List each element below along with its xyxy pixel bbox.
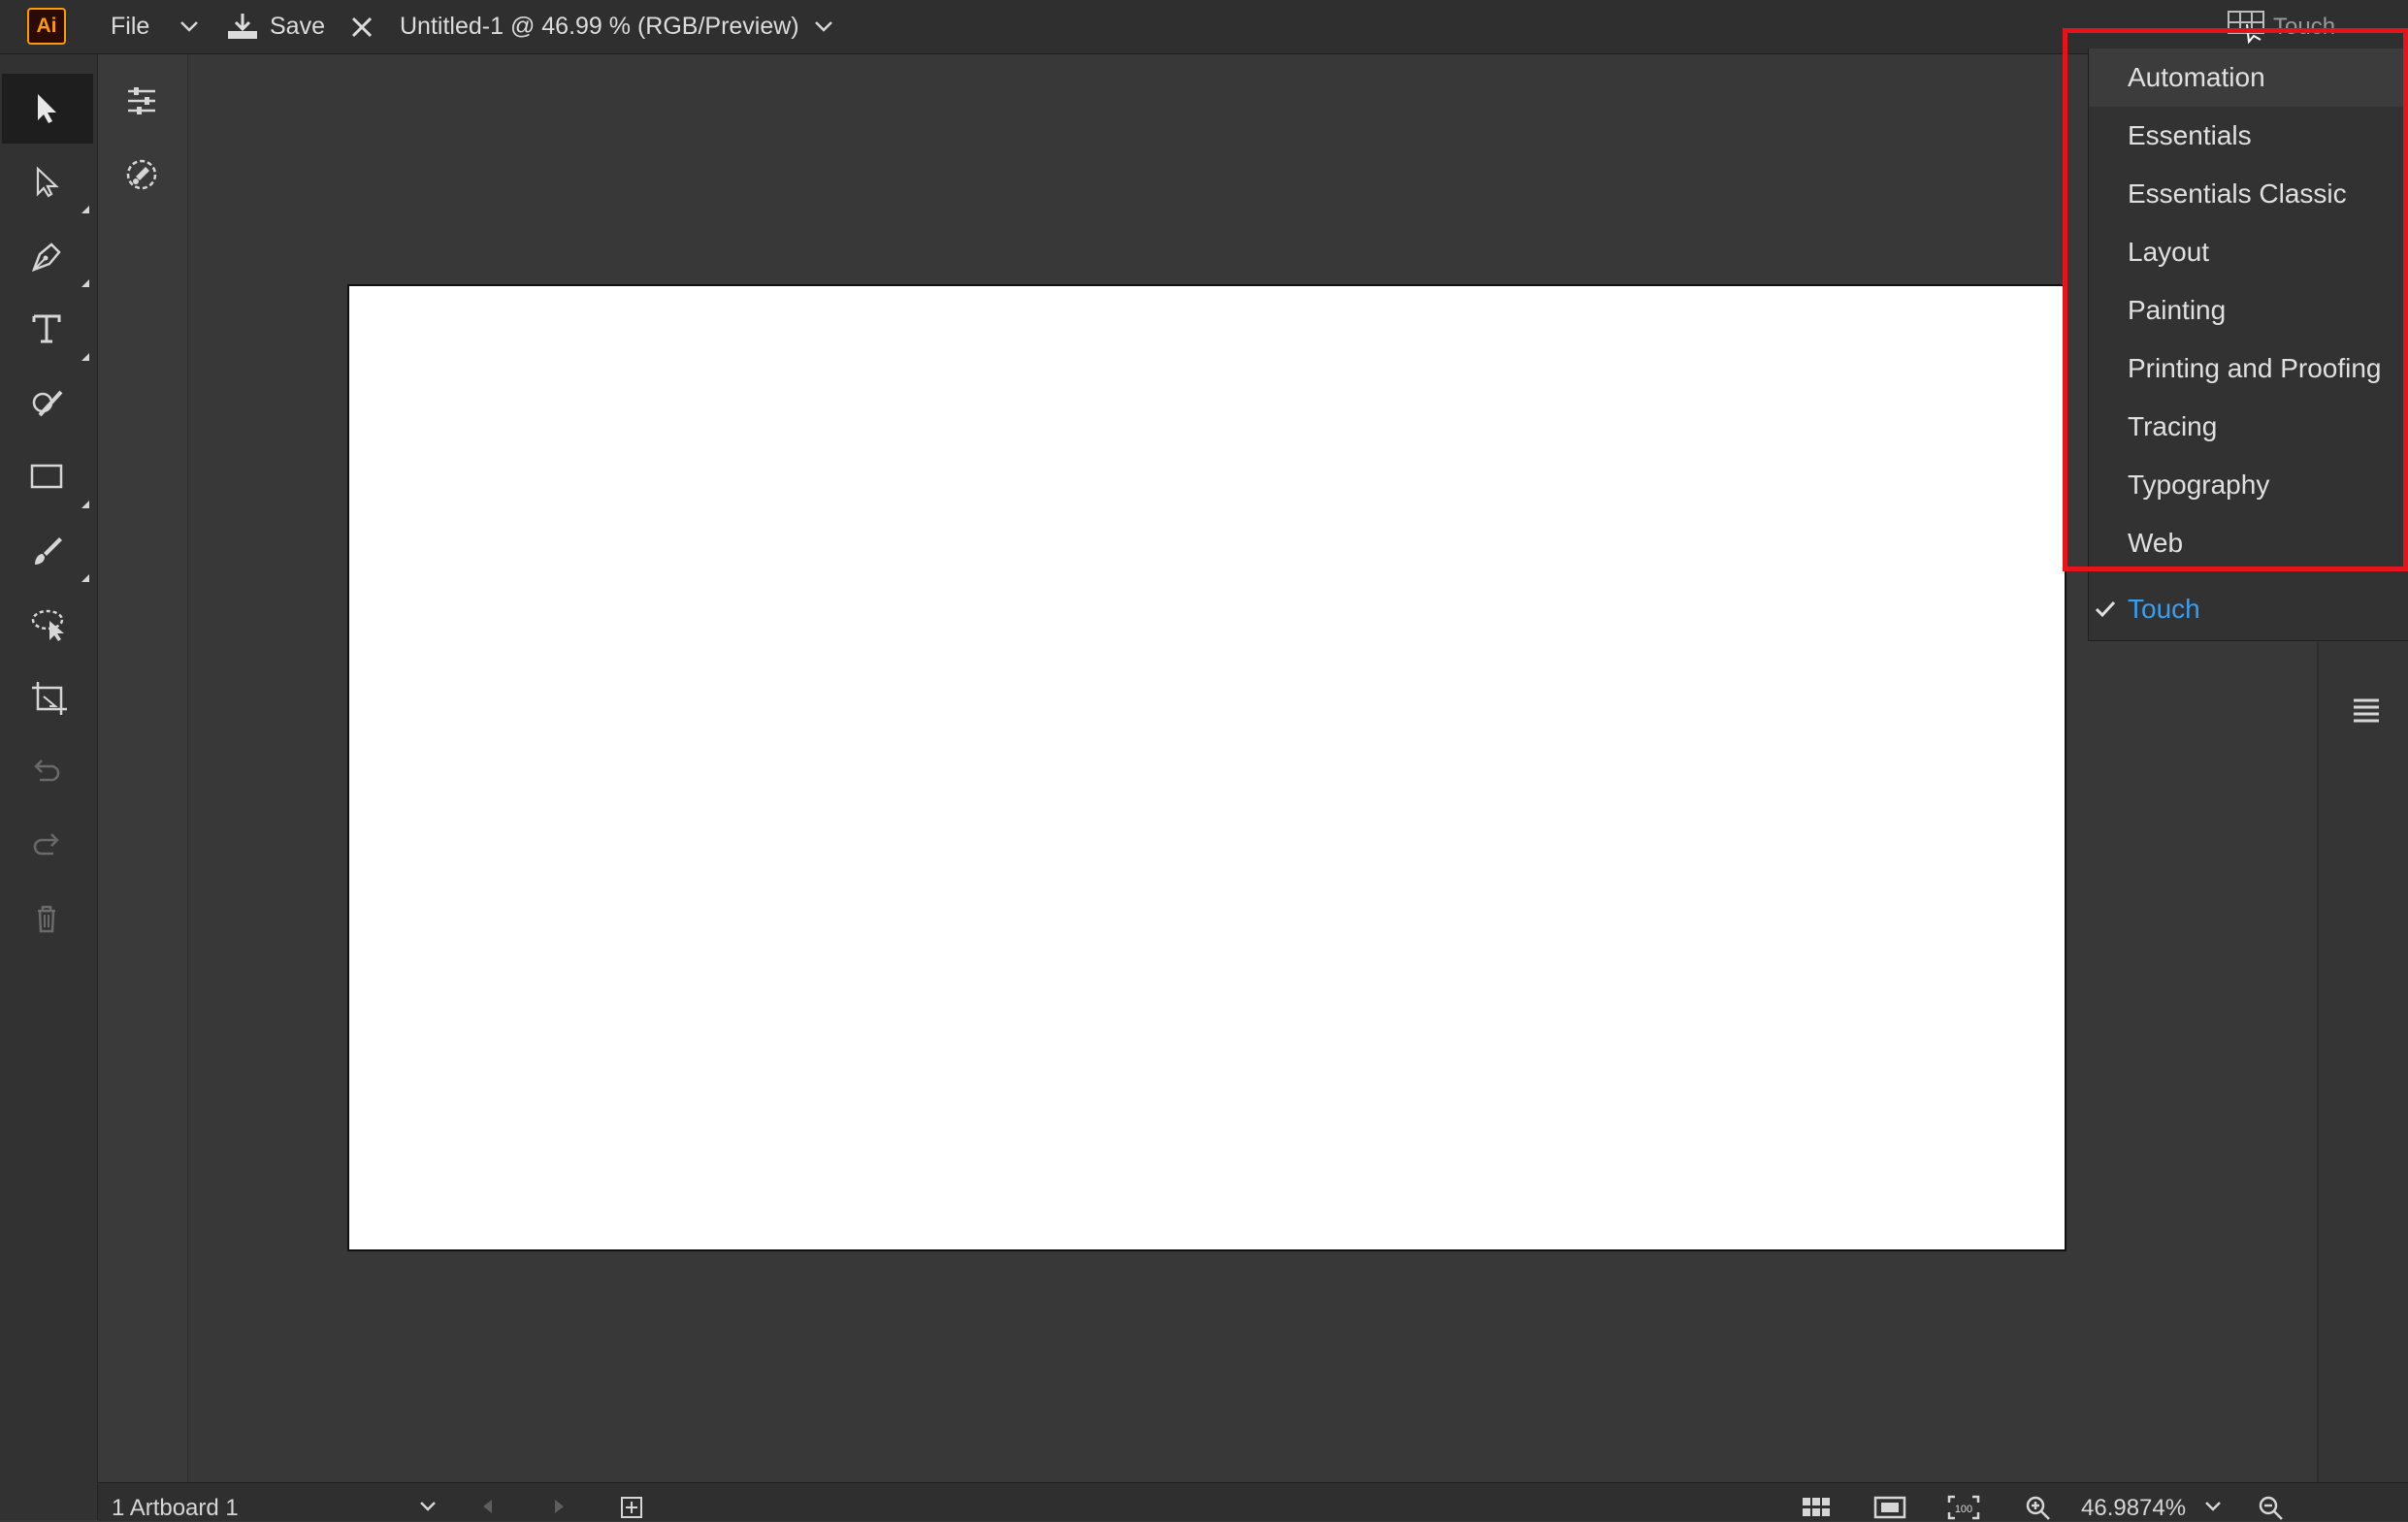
fit-artboard-icon[interactable] (1873, 1495, 1906, 1520)
direct-selection-arrow-icon (36, 166, 59, 198)
selection-arrow-icon (38, 94, 56, 123)
workspace-menu-item-automation[interactable]: Automation (2089, 49, 2408, 107)
undo-icon (34, 760, 60, 782)
delete-button[interactable] (2, 885, 93, 955)
libraries-icon (126, 159, 157, 190)
svg-text:100: 100 (1955, 1504, 1972, 1515)
status-bar: 1 Artboard 1 100 46.9874% (98, 1482, 2408, 1521)
lasso-icon (31, 609, 64, 641)
paintbrush-tool[interactable] (2, 516, 93, 586)
properties-panel-button[interactable] (98, 66, 187, 136)
redo-icon (33, 833, 59, 856)
artboard-canvas[interactable] (347, 284, 2066, 1251)
artboard-icon (32, 682, 67, 715)
save-button[interactable]: Save (270, 10, 325, 43)
zoom-dropdown-chevron-icon[interactable] (2203, 1499, 2223, 1514)
tools-panel (0, 54, 98, 1520)
selection-tool[interactable] (2, 74, 93, 144)
paintbrush-icon (35, 537, 62, 565)
close-document-icon[interactable] (350, 16, 374, 39)
libraries-panel-button[interactable] (98, 140, 187, 210)
workspace-switcher[interactable]: Touch (2225, 8, 2408, 47)
type-icon (32, 314, 61, 343)
zoom-level-value[interactable]: 46.9874% (2081, 1495, 2186, 1522)
direct-selection-tool[interactable] (2, 147, 93, 217)
zoom-in-icon[interactable] (2025, 1495, 2052, 1522)
workspace-menu-item-typography[interactable]: Typography (2089, 456, 2408, 514)
type-tool[interactable] (2, 295, 93, 365)
rectangle-icon (30, 464, 63, 489)
workspace-menu-item-layout[interactable]: Layout (2089, 223, 2408, 281)
panels-column (98, 54, 188, 1482)
redo-button[interactable] (2, 811, 93, 881)
workspace-menu-item-essentials[interactable]: Essentials (2089, 107, 2408, 165)
add-artboard-icon[interactable] (620, 1496, 643, 1519)
actual-size-icon[interactable]: 100 (1947, 1495, 1980, 1520)
zoom-out-icon[interactable] (2258, 1495, 2285, 1522)
grid-view-icon[interactable] (1802, 1497, 1831, 1518)
artboard-navigator-label[interactable]: 1 Artboard 1 (112, 1495, 239, 1522)
trash-icon (38, 905, 55, 933)
shaper-tool[interactable] (2, 369, 93, 438)
file-menu-chevron-icon[interactable] (179, 17, 200, 35)
pen-icon (31, 243, 61, 273)
checkmark-icon (2095, 599, 2116, 619)
lasso-selection-tool[interactable] (2, 590, 93, 660)
workspace-menu-item-web[interactable]: Web (2089, 514, 2408, 572)
rectangle-tool[interactable] (2, 442, 93, 512)
workspace-menu-item-touch[interactable]: Touch (2089, 580, 2408, 638)
artboard-tool[interactable] (2, 664, 93, 733)
file-menu[interactable]: File (111, 10, 149, 43)
workspace-menu-item-painting[interactable]: Painting (2089, 281, 2408, 340)
sliders-icon (128, 87, 155, 114)
workspace-grid-icon[interactable] (2228, 11, 2266, 44)
document-title[interactable]: Untitled-1 @ 46.99 % (RGB/Preview) (400, 10, 799, 43)
next-artboard-icon[interactable] (549, 1497, 569, 1516)
document-chevron-icon[interactable] (813, 17, 834, 35)
workspace-menu-item-tracing[interactable]: Tracing (2089, 398, 2408, 456)
workspace-menu-item-printing-and-proofing[interactable]: Printing and Proofing (2089, 340, 2408, 398)
shaper-icon (32, 390, 63, 417)
workspace-menu-item-essentials-classic[interactable]: Essentials Classic (2089, 165, 2408, 223)
artboard-dropdown-chevron-icon[interactable] (418, 1499, 438, 1514)
right-panel (2319, 621, 2408, 1482)
panel-menu-icon[interactable] (2352, 696, 2381, 726)
workspace-switcher-label[interactable]: Touch (2273, 8, 2335, 47)
menu-bar: Ai File Save Untitled-1 @ 46.99 % (RGB/P… (0, 0, 2408, 54)
undo-button[interactable] (2, 737, 93, 807)
previous-artboard-icon[interactable] (478, 1497, 498, 1516)
workspace-menu: Automation Essentials Essentials Classic… (2088, 49, 2408, 641)
app-logo: Ai (27, 8, 66, 45)
pen-tool[interactable] (2, 221, 93, 291)
save-icon[interactable] (225, 12, 260, 41)
